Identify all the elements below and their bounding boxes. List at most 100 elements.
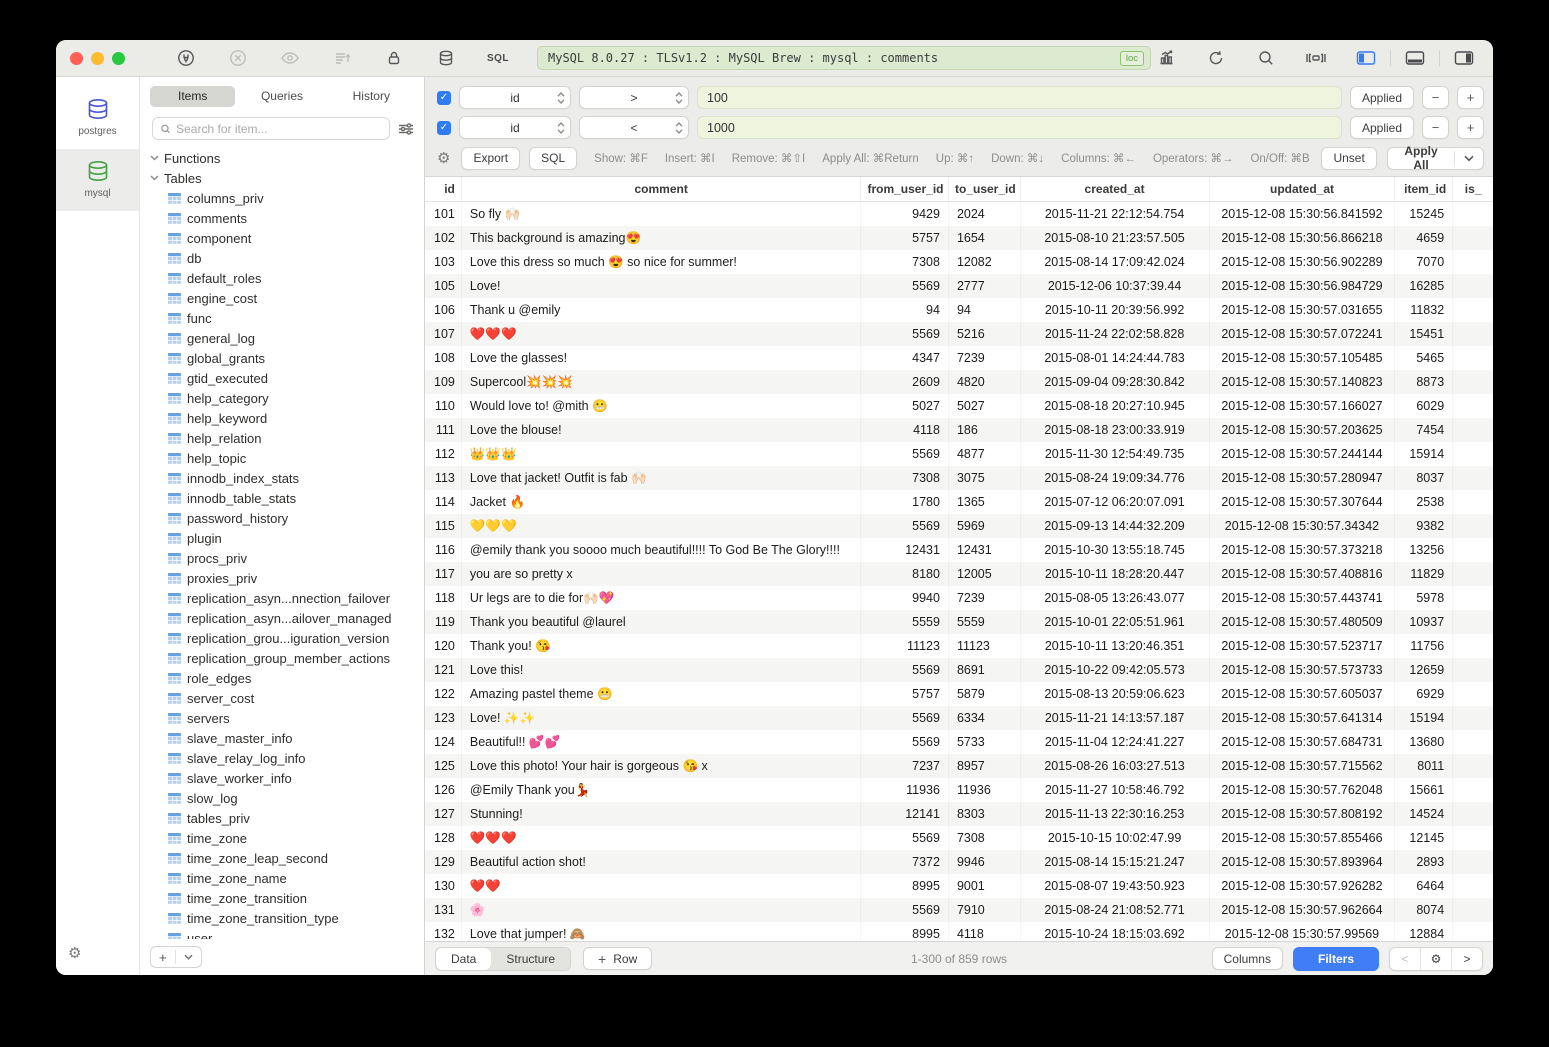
prev-page-button[interactable]: < xyxy=(1390,948,1420,970)
cell-id[interactable]: 126 xyxy=(425,778,462,802)
cell-item_id[interactable]: 6929 xyxy=(1395,682,1453,706)
cell-is_[interactable] xyxy=(1453,658,1493,682)
table-row[interactable]: 119Thank you beautiful @laurel5559555920… xyxy=(425,610,1493,634)
cell-comment[interactable]: Thank you! 😘 xyxy=(462,634,862,658)
cell-created_at[interactable]: 2015-11-21 22:12:54.754 xyxy=(1021,202,1210,226)
cell-item_id[interactable]: 2538 xyxy=(1395,490,1453,514)
cell-item_id[interactable]: 12659 xyxy=(1395,658,1453,682)
cell-to_user_id[interactable]: 8691 xyxy=(949,658,1021,682)
cell-from_user_id[interactable]: 5569 xyxy=(861,658,949,682)
table-row[interactable]: 116@emily thank you soooo much beautiful… xyxy=(425,538,1493,562)
cell-comment[interactable]: Beautiful action shot! xyxy=(462,850,862,874)
add-filter-button[interactable]: + xyxy=(1457,86,1484,109)
sidebar-table-item[interactable]: time_zone xyxy=(150,828,424,848)
cell-id[interactable]: 116 xyxy=(425,538,462,562)
cell-is_[interactable] xyxy=(1453,298,1493,322)
cell-updated_at[interactable]: 2015-12-08 15:30:56.984729 xyxy=(1210,274,1396,298)
connection-postgres[interactable]: postgres xyxy=(56,87,139,149)
cell-created_at[interactable]: 2015-11-30 12:54:49.735 xyxy=(1021,442,1210,466)
cell-item_id[interactable]: 11832 xyxy=(1395,298,1453,322)
cell-from_user_id[interactable]: 8180 xyxy=(861,562,949,586)
cell-is_[interactable] xyxy=(1453,538,1493,562)
sidebar-table-item[interactable]: server_cost xyxy=(150,688,424,708)
filter-applied-button[interactable]: Applied xyxy=(1350,116,1414,139)
cell-item_id[interactable]: 11756 xyxy=(1395,634,1453,658)
cell-updated_at[interactable]: 2015-12-08 15:30:57.031655 xyxy=(1210,298,1396,322)
cell-to_user_id[interactable]: 7910 xyxy=(949,898,1021,922)
cell-id[interactable]: 121 xyxy=(425,658,462,682)
sidebar-table-item[interactable]: help_topic xyxy=(150,448,424,468)
cell-created_at[interactable]: 2015-10-11 13:20:46.351 xyxy=(1021,634,1210,658)
cell-updated_at[interactable]: 2015-12-08 15:30:57.244144 xyxy=(1210,442,1396,466)
cell-to_user_id[interactable]: 9946 xyxy=(949,850,1021,874)
cell-from_user_id[interactable]: 5569 xyxy=(861,898,949,922)
frame-icon[interactable] xyxy=(1301,47,1331,69)
cell-id[interactable]: 118 xyxy=(425,586,462,610)
apply-all-menu-button[interactable] xyxy=(1455,155,1483,162)
cell-is_[interactable] xyxy=(1453,586,1493,610)
cell-id[interactable]: 109 xyxy=(425,370,462,394)
sidebar-table-item[interactable]: comments xyxy=(150,208,424,228)
cell-from_user_id[interactable]: 5569 xyxy=(861,322,949,346)
cell-created_at[interactable]: 2015-08-10 21:23:57.505 xyxy=(1021,226,1210,250)
panel-right-icon[interactable] xyxy=(1449,47,1479,69)
cell-item_id[interactable]: 2893 xyxy=(1395,850,1453,874)
sidebar-table-item[interactable]: replication_asyn...ailover_managed xyxy=(150,608,424,628)
column-header-item_id[interactable]: item_id xyxy=(1395,177,1453,201)
cell-comment[interactable]: @emily thank you soooo much beautiful!!!… xyxy=(462,538,862,562)
cell-item_id[interactable]: 5978 xyxy=(1395,586,1453,610)
cell-updated_at[interactable]: 2015-12-08 15:30:57.893964 xyxy=(1210,850,1396,874)
cell-comment[interactable]: ❤️❤️ xyxy=(462,874,862,898)
table-row[interactable]: 109Supercool💥💥💥260948202015-09-04 09:28:… xyxy=(425,370,1493,394)
sidebar-table-item[interactable]: slave_worker_info xyxy=(150,768,424,788)
column-header-created_at[interactable]: created_at xyxy=(1021,177,1210,201)
cell-from_user_id[interactable]: 5559 xyxy=(861,610,949,634)
cell-from_user_id[interactable]: 4347 xyxy=(861,346,949,370)
cell-to_user_id[interactable]: 1654 xyxy=(949,226,1021,250)
remove-filter-button[interactable]: − xyxy=(1422,86,1449,109)
table-row[interactable]: 113Love that jacket! Outfit is fab 🙌🏻730… xyxy=(425,466,1493,490)
tab-history[interactable]: History xyxy=(329,86,414,107)
cell-id[interactable]: 105 xyxy=(425,274,462,298)
cell-comment[interactable]: Love the glasses! xyxy=(462,346,862,370)
cell-from_user_id[interactable]: 4118 xyxy=(861,418,949,442)
cell-from_user_id[interactable]: 9940 xyxy=(861,586,949,610)
cell-item_id[interactable]: 13256 xyxy=(1395,538,1453,562)
cell-comment[interactable]: Amazing pastel theme 😬 xyxy=(462,682,862,706)
tree-section-tables[interactable]: Tables xyxy=(150,168,424,188)
cell-created_at[interactable]: 2015-10-01 22:05:51.961 xyxy=(1021,610,1210,634)
table-row[interactable]: 128❤️❤️❤️556973082015-10-15 10:02:47.992… xyxy=(425,826,1493,850)
cell-comment[interactable]: This background is amazing😍 xyxy=(462,226,862,250)
cell-to_user_id[interactable]: 7239 xyxy=(949,586,1021,610)
cell-to_user_id[interactable]: 5733 xyxy=(949,730,1021,754)
filter-value-input[interactable] xyxy=(697,116,1342,139)
cell-comment[interactable]: ❤️❤️❤️ xyxy=(462,322,862,346)
cell-created_at[interactable]: 2015-10-11 18:28:20.447 xyxy=(1021,562,1210,586)
cell-from_user_id[interactable]: 5757 xyxy=(861,682,949,706)
sidebar-table-item[interactable]: procs_priv xyxy=(150,548,424,568)
cell-item_id[interactable]: 4659 xyxy=(1395,226,1453,250)
table-row[interactable]: 123Love! ✨✨556963342015-11-21 14:13:57.1… xyxy=(425,706,1493,730)
cell-comment[interactable]: Would love to! @mith 😬 xyxy=(462,394,862,418)
cell-created_at[interactable]: 2015-08-13 20:59:06.623 xyxy=(1021,682,1210,706)
cell-updated_at[interactable]: 2015-12-08 15:30:56.902289 xyxy=(1210,250,1396,274)
cell-from_user_id[interactable]: 1780 xyxy=(861,490,949,514)
table-row[interactable]: 103Love this dress so much 😍 so nice for… xyxy=(425,250,1493,274)
column-header-updated_at[interactable]: updated_at xyxy=(1210,177,1396,201)
cell-from_user_id[interactable]: 7372 xyxy=(861,850,949,874)
cell-to_user_id[interactable]: 5969 xyxy=(949,514,1021,538)
cell-comment[interactable]: Love this dress so much 😍 so nice for su… xyxy=(462,250,862,274)
column-header-from_user_id[interactable]: from_user_id xyxy=(861,177,949,201)
search-icon[interactable] xyxy=(1251,47,1281,69)
cell-updated_at[interactable]: 2015-12-08 15:30:57.408816 xyxy=(1210,562,1396,586)
add-item-button[interactable]: + xyxy=(151,950,175,965)
cell-is_[interactable] xyxy=(1453,466,1493,490)
sidebar-table-item[interactable]: slave_master_info xyxy=(150,728,424,748)
cell-is_[interactable] xyxy=(1453,754,1493,778)
cell-id[interactable]: 108 xyxy=(425,346,462,370)
cell-id[interactable]: 101 xyxy=(425,202,462,226)
cell-created_at[interactable]: 2015-10-11 20:39:56.992 xyxy=(1021,298,1210,322)
cell-created_at[interactable]: 2015-08-01 14:24:44.783 xyxy=(1021,346,1210,370)
lock-icon[interactable] xyxy=(379,47,409,69)
sidebar-table-item[interactable]: role_edges xyxy=(150,668,424,688)
